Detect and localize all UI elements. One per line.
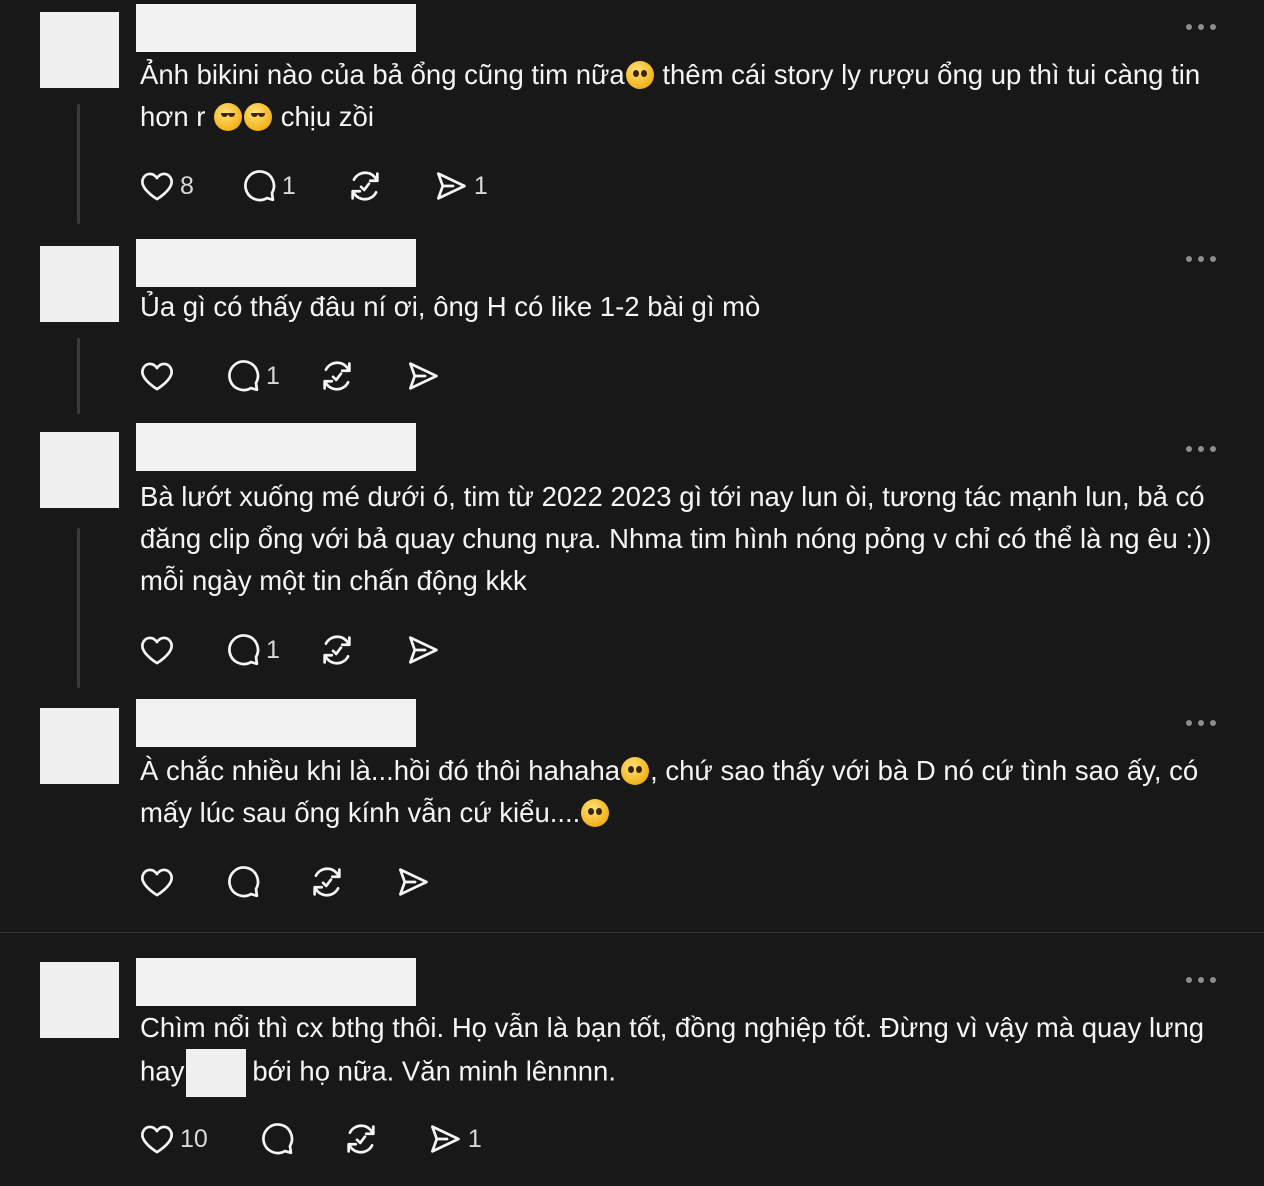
repost-icon [342, 1120, 380, 1158]
username-redacted[interactable] [136, 699, 416, 747]
repost-icon [318, 631, 356, 669]
action-bar [138, 862, 432, 902]
heart-icon [138, 1120, 176, 1158]
like-button[interactable] [138, 631, 176, 669]
like-button[interactable]: 10 [138, 1120, 208, 1158]
like-button[interactable] [138, 357, 176, 395]
grinning-squinting-face-emoji [581, 799, 610, 827]
repost-icon [346, 167, 384, 205]
heart-icon [138, 863, 176, 901]
avatar[interactable] [40, 12, 119, 88]
comment-icon [224, 357, 262, 395]
reply-button[interactable]: 1 [224, 631, 280, 669]
comment-text: À chắc nhiều khi là...hồi đó thôi hahaha… [140, 755, 1199, 828]
share-icon [404, 631, 442, 669]
heart-icon [138, 167, 176, 205]
share-button[interactable]: 1 [432, 167, 488, 205]
redacted-word [186, 1049, 247, 1097]
more-icon[interactable] [1186, 252, 1226, 266]
comment-icon [258, 1120, 296, 1158]
pleading-face-emoji [625, 61, 654, 89]
comment-icon [224, 631, 262, 669]
section-divider [0, 932, 1264, 933]
comment-text: Chìm nổi thì cx bthg thôi. Họ vẫn là bạn… [140, 1007, 1235, 1097]
comment-icon [240, 167, 278, 205]
reply-button[interactable] [224, 863, 262, 901]
like-button[interactable] [138, 863, 176, 901]
repost-button[interactable] [318, 631, 356, 669]
reply-button[interactable]: 1 [240, 167, 296, 205]
thread-line [77, 104, 80, 224]
more-icon[interactable] [1186, 20, 1226, 34]
like-count: 10 [180, 1124, 208, 1153]
repost-icon [308, 863, 346, 901]
grinning-squinting-face-emoji [621, 757, 650, 785]
more-icon[interactable] [1186, 442, 1226, 456]
avatar[interactable] [40, 708, 119, 784]
share-count: 1 [467, 1124, 482, 1153]
repost-button[interactable] [346, 167, 384, 205]
share-button[interactable] [404, 357, 442, 395]
username-redacted[interactable] [136, 4, 416, 52]
share-button[interactable]: 1 [426, 1120, 482, 1158]
share-icon [426, 1120, 464, 1158]
repost-icon [318, 357, 356, 395]
thread-line [77, 528, 80, 688]
thread-line [77, 338, 80, 414]
share-button[interactable] [394, 863, 432, 901]
username-redacted[interactable] [136, 423, 416, 471]
avatar[interactable] [40, 246, 119, 322]
more-icon[interactable] [1186, 716, 1226, 730]
avatar[interactable] [40, 962, 119, 1038]
action-bar: 8 1 1 [138, 166, 488, 206]
more-icon[interactable] [1186, 973, 1226, 987]
reply-count: 1 [266, 361, 280, 390]
share-icon [432, 167, 470, 205]
action-bar: 1 [138, 356, 442, 396]
repost-button[interactable] [308, 863, 346, 901]
crying-face-emoji [244, 103, 273, 131]
reply-count: 1 [266, 635, 280, 664]
reply-button[interactable]: 1 [224, 357, 280, 395]
repost-button[interactable] [342, 1120, 380, 1158]
repost-button[interactable] [318, 357, 356, 395]
comment-text: Ảnh bikini nào của bả ổng cũng tim nữa t… [140, 59, 1201, 132]
avatar[interactable] [40, 432, 119, 508]
comment-text: Ủa gì có thấy đâu ní ơi, ông H có like 1… [140, 291, 761, 322]
share-count: 1 [473, 171, 488, 200]
like-button[interactable]: 8 [138, 167, 194, 205]
action-bar: 1 [138, 630, 442, 670]
reply-count: 1 [281, 171, 296, 200]
like-count: 8 [180, 171, 194, 200]
heart-icon [138, 631, 176, 669]
reply-button[interactable] [258, 1120, 296, 1158]
username-redacted[interactable] [136, 958, 416, 1006]
comment-icon [224, 863, 262, 901]
share-icon [404, 357, 442, 395]
comment-text: Bà lướt xuống mé dưới ó, tim từ 2022 202… [140, 481, 1212, 596]
share-button[interactable] [404, 631, 442, 669]
heart-icon [138, 357, 176, 395]
action-bar: 10 1 [138, 1119, 482, 1159]
share-icon [394, 863, 432, 901]
crying-face-emoji [214, 103, 243, 131]
username-redacted[interactable] [136, 239, 416, 287]
